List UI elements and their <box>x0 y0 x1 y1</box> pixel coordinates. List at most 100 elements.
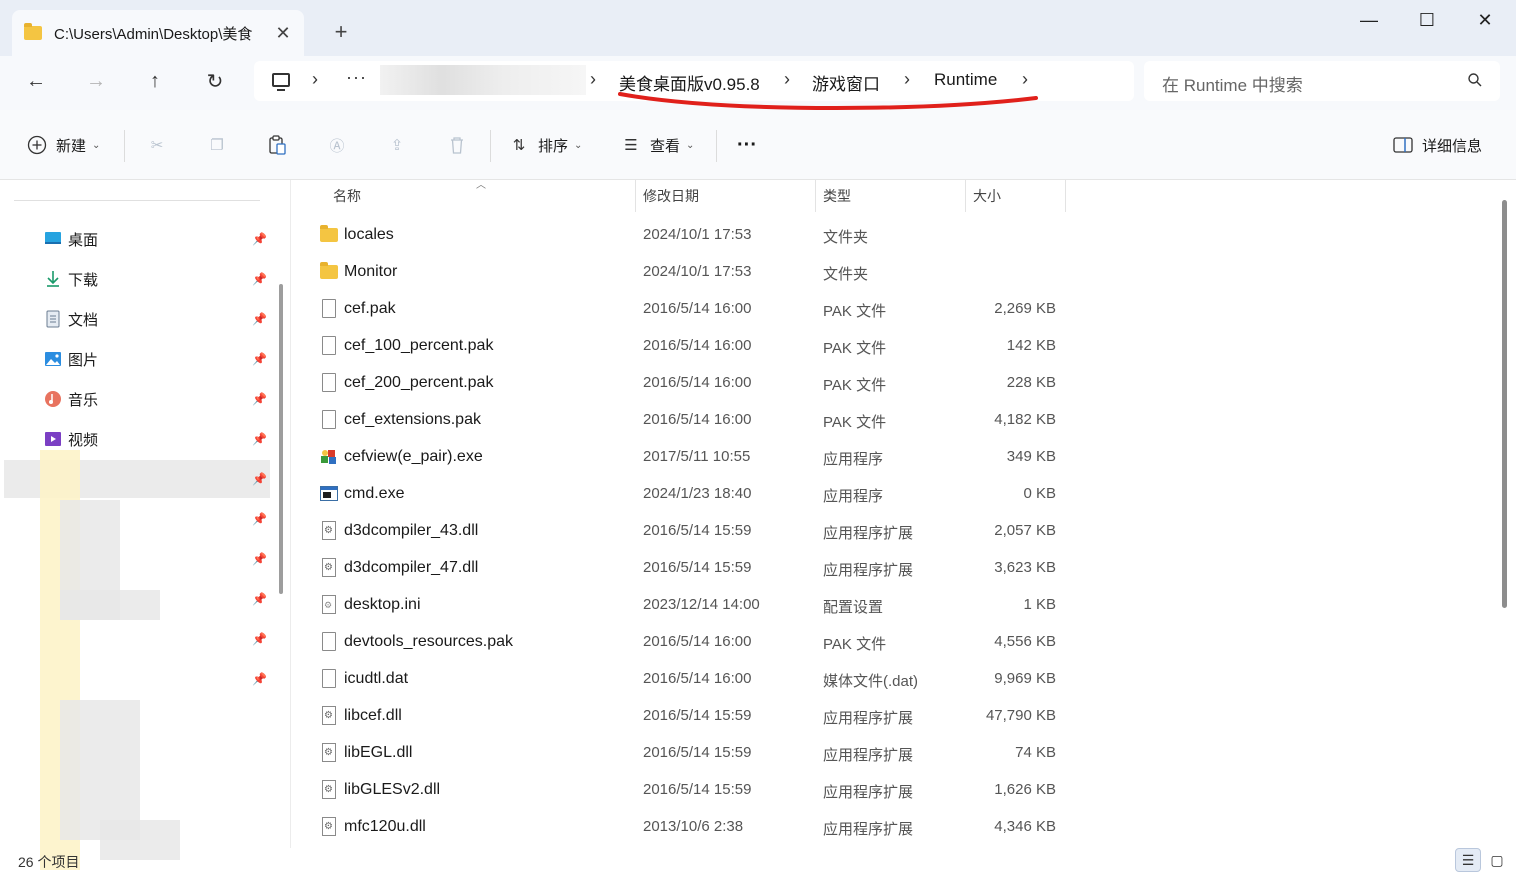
minimize-button[interactable]: — <box>1346 6 1392 34</box>
pin-icon[interactable]: 📌 <box>252 672 267 686</box>
file-row[interactable]: cef.pak 2016/5/14 16:00 PAK 文件 2,269 KB <box>300 291 1090 328</box>
file-row[interactable]: cefview(e_pair).exe 2017/5/11 10:55 应用程序 34… <box>300 439 1090 476</box>
copy-button[interactable]: ❐ <box>206 132 228 158</box>
this-pc-icon[interactable] <box>272 73 290 91</box>
close-tab-icon[interactable]: ✕ <box>272 22 294 44</box>
sidebar-item-label: 音乐 <box>68 391 99 409</box>
tiles-view-button[interactable]: ▢ <box>1484 848 1510 872</box>
forward-button[interactable]: → <box>78 66 114 96</box>
chevron-right-icon[interactable]: › <box>590 69 596 90</box>
column-header-type[interactable]: 类型 <box>823 180 851 212</box>
file-row[interactable]: libGLESv2.dll 2016/5/14 15:59 应用程序扩展 1,626 … <box>300 772 1090 809</box>
column-divider[interactable] <box>635 180 636 212</box>
pin-icon[interactable]: 📌 <box>252 232 267 246</box>
file-row[interactable]: mfc120u.dll 2013/10/6 2:38 应用程序扩展 4,346 KB <box>300 809 1090 846</box>
sidebar-item-desktop[interactable]: 桌面 <box>44 227 98 251</box>
chevron-right-icon[interactable]: › <box>1022 69 1028 90</box>
sidebar-item-music[interactable]: 音乐 <box>44 387 98 411</box>
pin-icon[interactable]: 📌 <box>252 472 267 486</box>
chevron-right-icon[interactable]: › <box>312 69 318 90</box>
sidebar-item-downloads[interactable]: 下载 <box>44 267 98 291</box>
tab-active[interactable]: C:\Users\Admin\Desktop\美食 ✕ <box>12 10 304 56</box>
breadcrumb-item[interactable]: Runtime <box>934 70 997 90</box>
back-button[interactable]: ← <box>18 66 54 96</box>
chevron-right-icon[interactable]: › <box>904 69 910 90</box>
file-size: 142 KB <box>1006 337 1056 354</box>
pin-icon[interactable]: 📌 <box>252 432 267 446</box>
refresh-button[interactable]: ↻ <box>197 66 233 96</box>
column-divider[interactable] <box>815 180 816 212</box>
chevron-right-icon[interactable]: › <box>784 69 790 90</box>
sort-button[interactable]: ⇅ 排序 ⌄ <box>508 132 583 158</box>
file-type: 文件夹 <box>823 229 869 246</box>
file-type: 应用程序 <box>823 451 884 468</box>
file-row[interactable]: Monitor 2024/10/1 17:53 文件夹 <box>300 254 1090 291</box>
sidebar-item-documents[interactable]: 文档 <box>44 307 98 331</box>
delete-button[interactable] <box>446 132 468 158</box>
pin-icon[interactable]: 📌 <box>252 352 267 366</box>
file-row[interactable]: devtools_resources.pak 2016/5/14 16:00 PAK… <box>300 624 1090 661</box>
file-name: icudtl.dat <box>344 670 409 687</box>
column-header-date[interactable]: 修改日期 <box>643 180 699 212</box>
paste-button[interactable] <box>266 132 288 158</box>
maximize-button[interactable]: ☐ <box>1404 6 1450 34</box>
file-row[interactable]: icudtl.dat 2016/5/14 16:00 媒体文件(.dat) 9,969… <box>300 661 1090 698</box>
file-size: 1,626 KB <box>994 781 1056 798</box>
details-button[interactable]: 详细信息 <box>1392 132 1482 158</box>
file-type: 文件夹 <box>823 266 869 283</box>
pin-icon[interactable]: 📌 <box>252 512 267 526</box>
pin-icon[interactable]: 📌 <box>252 312 267 326</box>
sidebar-item-label: 桌面 <box>68 231 99 249</box>
close-window-button[interactable]: ✕ <box>1462 6 1508 34</box>
column-header-size[interactable]: 大小 <box>973 180 1001 212</box>
file-icon <box>322 669 336 688</box>
sidebar-item-label: 视频 <box>68 431 99 449</box>
file-row[interactable]: d3dcompiler_47.dll 2016/5/14 15:59 应用程序扩展 3… <box>300 550 1090 587</box>
toolbar-divider <box>716 130 717 162</box>
file-list-scrollbar[interactable] <box>1502 200 1507 608</box>
details-label: 详细信息 <box>1422 137 1483 155</box>
address-bar[interactable]: › ··· › 美食桌面版v0.95.8 › 游戏窗口 › Runtime › <box>254 61 1134 101</box>
file-row[interactable]: d3dcompiler_43.dll 2016/5/14 15:59 应用程序扩展 2… <box>300 513 1090 550</box>
column-divider[interactable] <box>965 180 966 212</box>
file-row[interactable]: desktop.ini 2023/12/14 14:00 配置设置 1 KB <box>300 587 1090 624</box>
more-options-button[interactable]: ··· <box>737 132 757 158</box>
file-date: 2016/5/14 15:59 <box>643 522 752 539</box>
breadcrumb-more-button[interactable]: ··· <box>346 67 367 88</box>
breadcrumb-item[interactable]: 美食桌面版v0.95.8 <box>619 70 760 95</box>
file-date: 2016/5/14 16:00 <box>643 411 752 428</box>
sidebar-scrollbar[interactable] <box>279 284 283 594</box>
pin-icon[interactable]: 📌 <box>252 392 267 406</box>
file-name: d3dcompiler_47.dll <box>344 559 479 576</box>
search-box[interactable]: 在 Runtime 中搜索 <box>1144 61 1500 101</box>
details-view-button[interactable]: ☰ <box>1455 848 1481 872</box>
sidebar-item-pictures[interactable]: 图片 <box>44 347 98 371</box>
rename-button[interactable]: Ⓐ <box>326 132 348 158</box>
file-row[interactable]: libEGL.dll 2016/5/14 15:59 应用程序扩展 74 KB <box>300 735 1090 772</box>
share-button[interactable]: ⇪ <box>386 132 408 158</box>
file-name: cef_extensions.pak <box>344 411 481 428</box>
cut-button[interactable]: ✂ <box>146 132 168 158</box>
new-button[interactable]: 新建 ⌄ <box>26 132 100 158</box>
pin-icon[interactable]: 📌 <box>252 632 267 646</box>
file-row[interactable]: cef_100_percent.pak 2016/5/14 16:00 PAK 文件… <box>300 328 1090 365</box>
pin-icon[interactable]: 📌 <box>252 552 267 566</box>
column-header-name[interactable]: 名称 <box>333 180 361 212</box>
up-button[interactable]: ↑ <box>137 66 173 96</box>
file-name: mfc120u.dll <box>344 818 426 835</box>
file-row[interactable]: libcef.dll 2016/5/14 15:59 应用程序扩展 47,790 KB <box>300 698 1090 735</box>
pane-divider[interactable] <box>290 180 291 848</box>
column-divider[interactable] <box>1065 180 1066 212</box>
file-name: cef_100_percent.pak <box>344 337 494 354</box>
pin-icon[interactable]: 📌 <box>252 592 267 606</box>
new-tab-button[interactable]: + <box>326 18 356 46</box>
sidebar-item-videos[interactable]: 视频 <box>44 427 98 451</box>
file-row[interactable]: cef_200_percent.pak 2016/5/14 16:00 PAK 文件… <box>300 365 1090 402</box>
file-row[interactable]: locales 2024/10/1 17:53 文件夹 <box>300 217 1090 254</box>
file-row[interactable]: cmd.exe 2024/1/23 18:40 应用程序 0 KB <box>300 476 1090 513</box>
breadcrumb-item[interactable]: 游戏窗口 <box>812 70 880 95</box>
pin-icon[interactable]: 📌 <box>252 272 267 286</box>
file-row[interactable]: cef_extensions.pak 2016/5/14 16:00 PAK 文件 4… <box>300 402 1090 439</box>
view-button[interactable]: ☰ 查看 ⌄ <box>620 132 694 158</box>
file-size: 4,346 KB <box>994 818 1056 835</box>
